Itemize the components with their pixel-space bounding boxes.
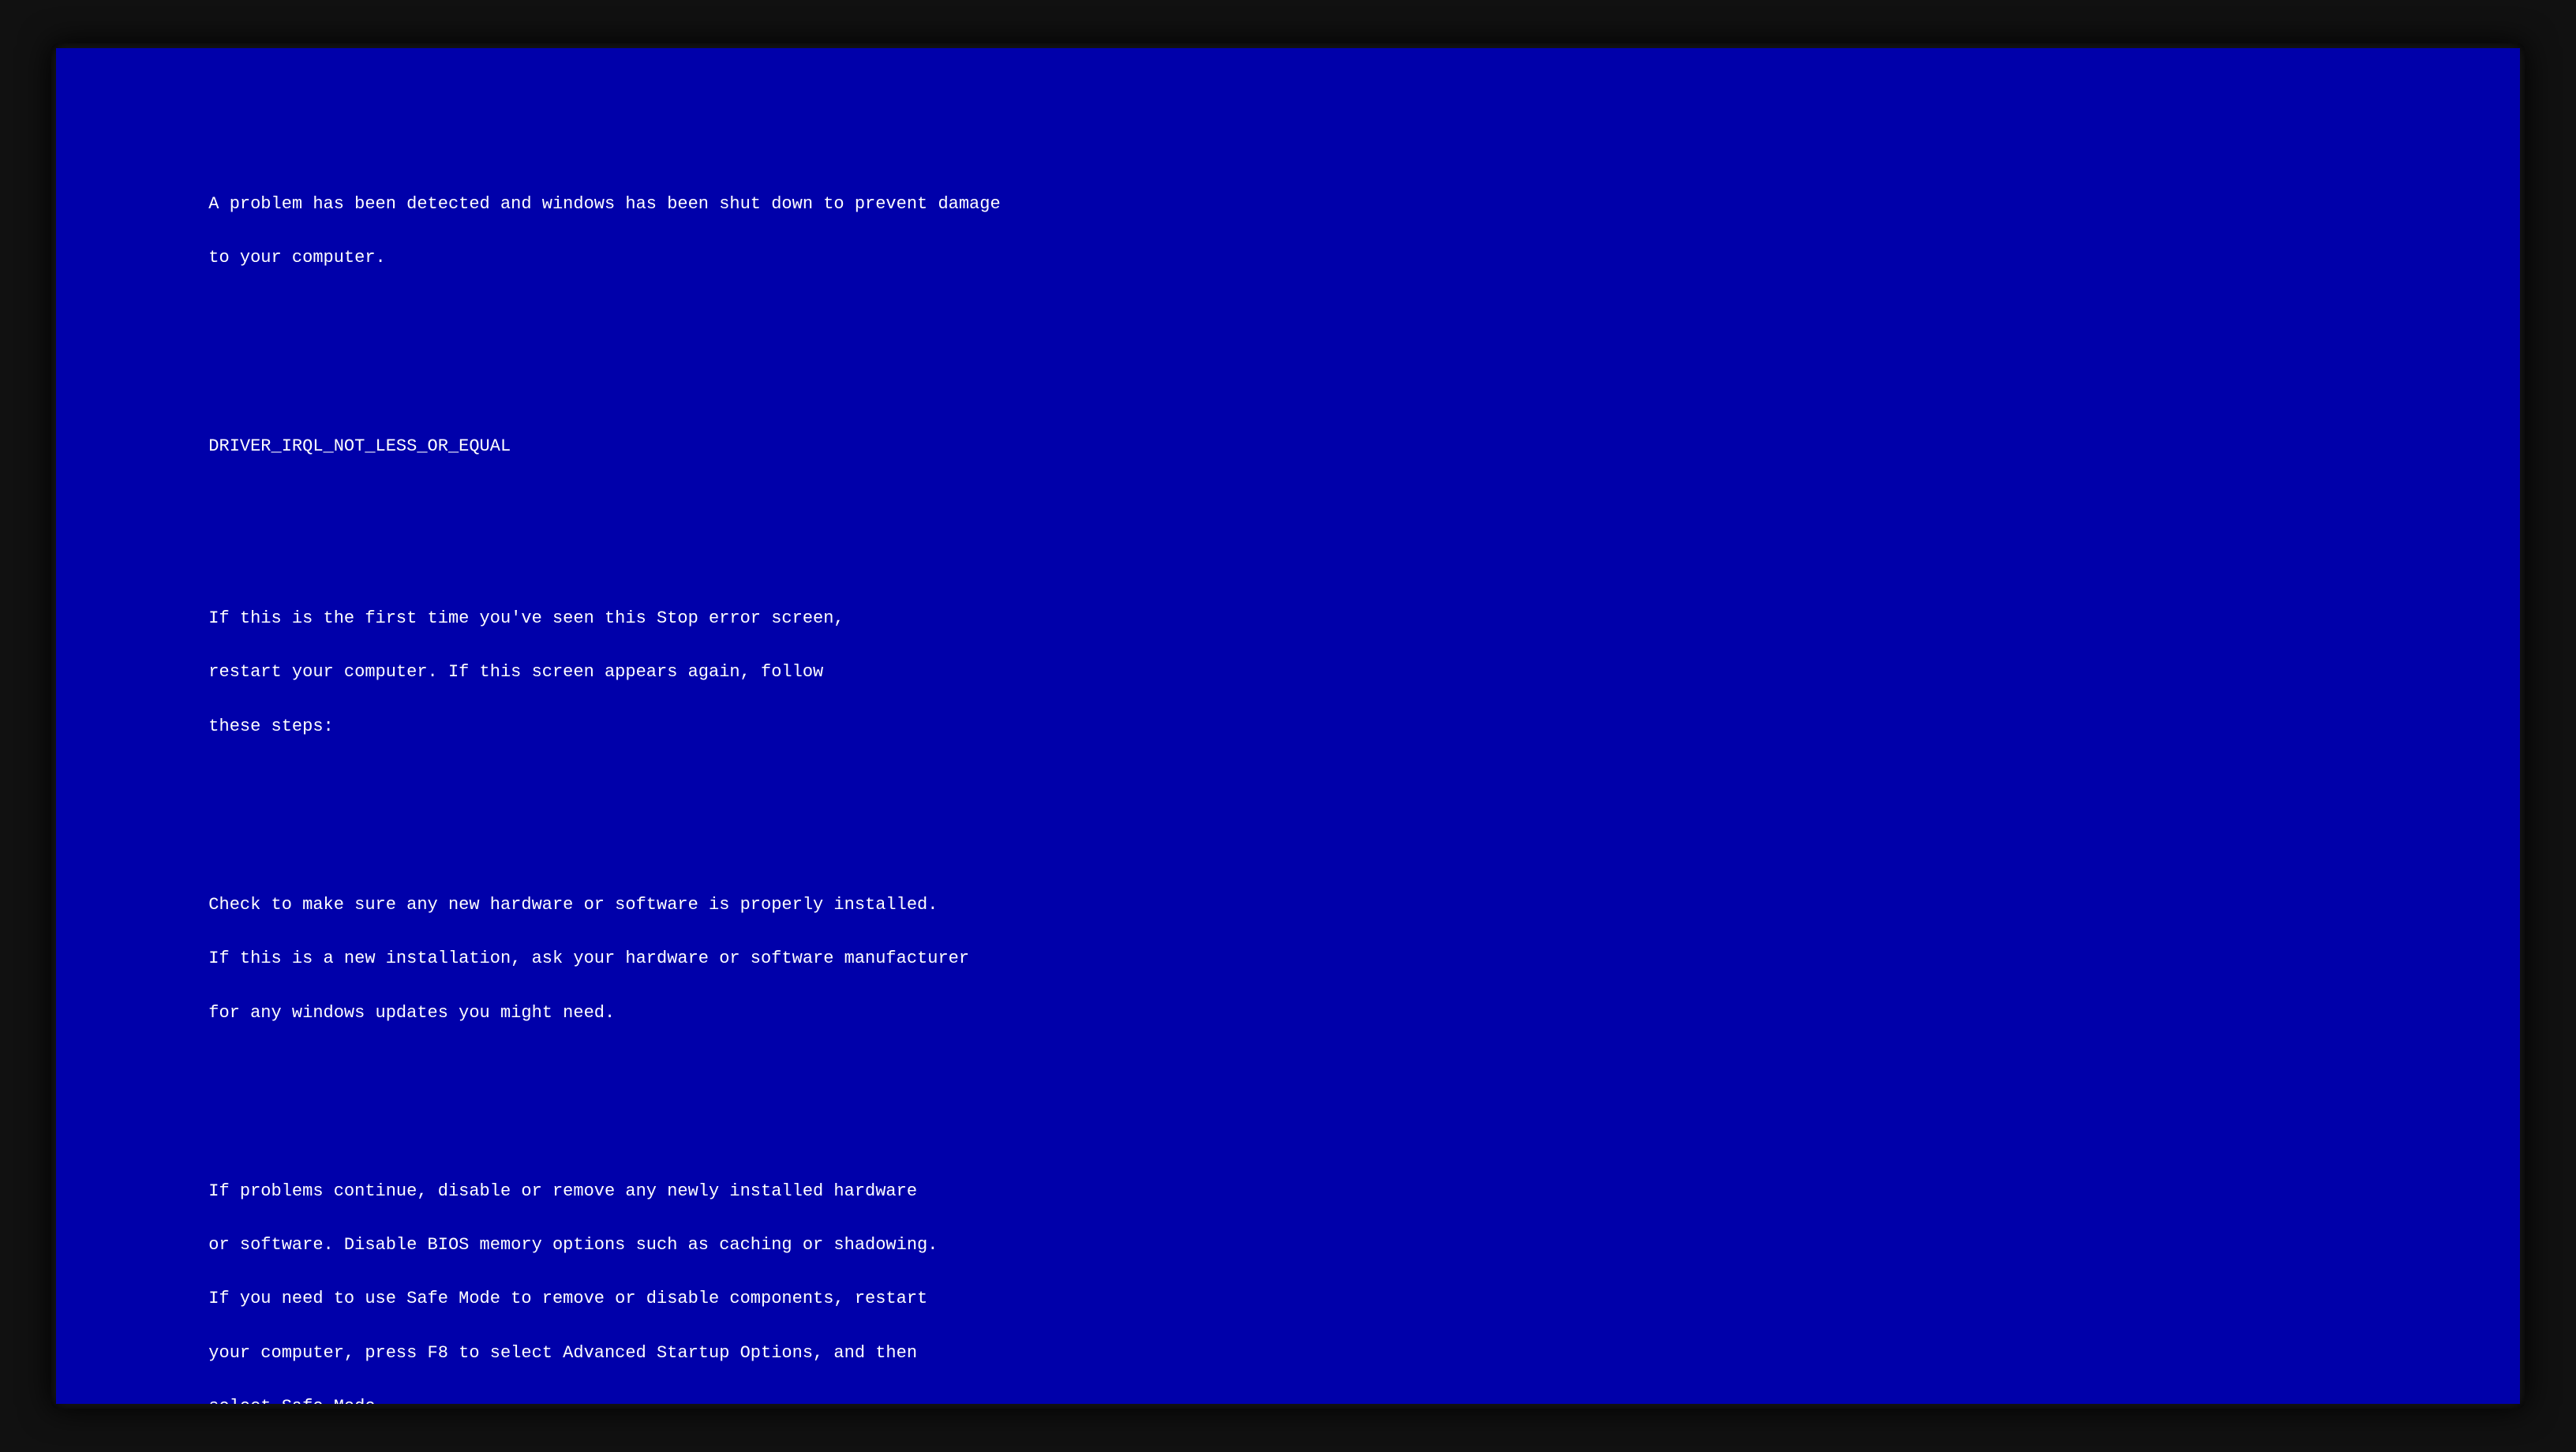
intro-line1: A problem has been detected and windows … (208, 194, 1000, 214)
bsod-content: A problem has been detected and windows … (125, 110, 2451, 1404)
para3-line4: your computer, press F8 to select Advanc… (208, 1343, 917, 1363)
para3-section: If problems continue, disable or remove … (125, 1151, 2451, 1404)
para2-section: Check to make sure any new hardware or s… (125, 865, 2451, 1053)
para2-line1: Check to make sure any new hardware or s… (208, 895, 938, 915)
para1-line3: these steps: (208, 717, 333, 736)
para3-line1: If problems continue, disable or remove … (208, 1181, 917, 1201)
para2-line2: If this is a new installation, ask your … (208, 949, 969, 968)
para1-line1: If this is the first time you've seen th… (208, 608, 844, 628)
para3-line2: or software. Disable BIOS memory options… (208, 1235, 938, 1255)
para1-section: If this is the first time you've seen th… (125, 578, 2451, 767)
monitor: A problem has been detected and windows … (51, 43, 2524, 1409)
error-code-section: DRIVER_IRQL_NOT_LESS_OR_EQUAL (125, 406, 2451, 487)
para3-line3: If you need to use Safe Mode to remove o… (208, 1289, 927, 1308)
para1-line2: restart your computer. If this screen ap… (208, 662, 823, 682)
intro-section: A problem has been detected and windows … (125, 163, 2451, 298)
para2-line3: for any windows updates you might need. (208, 1003, 615, 1023)
para3-line5: select Safe Mode. (208, 1397, 385, 1404)
intro-line2: to your computer. (208, 248, 385, 268)
bsod-screen: A problem has been detected and windows … (56, 48, 2519, 1404)
error-code: DRIVER_IRQL_NOT_LESS_OR_EQUAL (208, 436, 511, 456)
